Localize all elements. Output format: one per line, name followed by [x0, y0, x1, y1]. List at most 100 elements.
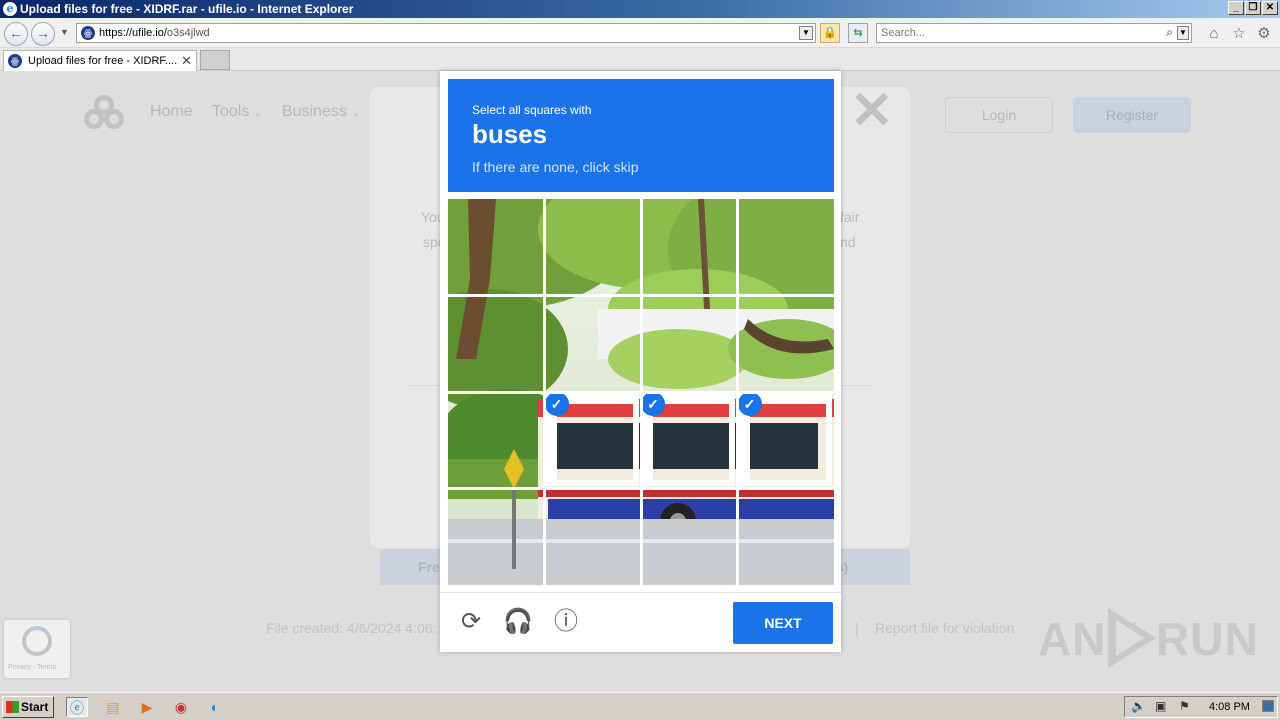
recent-pages-dropdown-icon[interactable]: ▼ [60, 27, 69, 37]
captcha-tile[interactable] [738, 296, 832, 390]
lock-icon[interactable]: 🔒 [820, 23, 840, 43]
url-main: https://ufile.io/ [99, 27, 167, 39]
volume-icon[interactable]: 🔈 [1131, 699, 1146, 713]
nav-home[interactable]: Home [150, 103, 193, 121]
dialog-text-fragment: nd [840, 234, 856, 250]
dialog-close-icon[interactable]: ✕ [850, 83, 894, 139]
captcha-tile[interactable] [545, 296, 639, 390]
grid-divider [448, 390, 834, 394]
address-dropdown-icon[interactable]: ▼ [799, 26, 813, 40]
captcha-challenge: Select all squares with buses If there a… [440, 71, 841, 652]
captcha-tile-image [749, 404, 826, 480]
free-download-label: Fre [418, 559, 440, 575]
system-tray: 🔈 ▣ ⚑ 4:08 PM [1124, 696, 1278, 718]
captcha-target: buses [472, 119, 548, 149]
nav-business-label: Business [282, 103, 347, 120]
recaptcha-badge[interactable]: Privacy - Terms [4, 620, 70, 678]
captcha-tile[interactable] [545, 199, 639, 293]
taskbar: Start ⓔ ▤ ▶ ◉ ◐ 🔈 ▣ ⚑ 4:08 PM [0, 692, 1280, 720]
captcha-image-grid: ✓ ✓ ✓ [448, 199, 834, 585]
search-dropdown-icon[interactable]: ▼ [1177, 26, 1189, 40]
ie-taskbar-icon[interactable]: ⓔ [66, 697, 88, 717]
captcha-header: Select all squares with buses If there a… [448, 79, 834, 192]
show-desktop-icon[interactable] [1262, 700, 1274, 712]
tab-label: Upload files for free - XIDRF.... [28, 55, 178, 67]
search-input[interactable] [881, 25, 1151, 41]
captcha-tile[interactable] [448, 199, 542, 293]
back-button[interactable]: ← [4, 22, 28, 46]
clock: 4:08 PM [1209, 701, 1250, 713]
nav-business[interactable]: Business ⌄ [282, 103, 360, 121]
settings-gear-icon[interactable]: ⚙ [1255, 25, 1273, 43]
favorites-star-icon[interactable]: ☆ [1230, 25, 1248, 43]
network-icon[interactable]: ▣ [1155, 699, 1166, 713]
dialog-text-fragment: fair [840, 209, 860, 225]
captcha-tile[interactable]: ✓ [737, 392, 832, 486]
window-titlebar: e Upload files for free - XIDRF.rar - uf… [0, 0, 1280, 18]
captcha-footer: ⟳ 🎧 ⓘ NEXT [440, 592, 841, 652]
refresh-icon[interactable]: ⟳ [456, 607, 486, 637]
forward-button[interactable]: → [31, 22, 55, 46]
checkmark-icon: ✓ [737, 392, 762, 416]
captcha-tile-image [556, 404, 633, 480]
chevron-down-icon: ⌄ [253, 108, 263, 119]
search-field[interactable]: ⌕ ▼ [876, 23, 1192, 43]
chevron-down-icon: ⌄ [351, 108, 360, 119]
tab-close-icon[interactable]: ✕ [181, 53, 192, 69]
internet-explorer-icon: e [3, 2, 17, 16]
info-icon[interactable]: ⓘ [551, 607, 581, 637]
chrome-icon[interactable]: ◉ [170, 697, 192, 717]
address-toolbar: ← → ▼ ꙮ https://ufile.io/o3s4jlwd ▼ 🔒 ⇆ … [0, 18, 1280, 48]
restore-button[interactable]: ❐ [1245, 1, 1261, 15]
captcha-tile[interactable] [738, 199, 832, 293]
captcha-tile[interactable] [448, 296, 542, 390]
recaptcha-logo-icon [22, 626, 52, 656]
explorer-folder-icon[interactable]: ▤ [102, 697, 124, 717]
home-icon[interactable]: ⌂ [1205, 25, 1223, 43]
start-label: Start [21, 700, 49, 714]
captcha-tile[interactable] [641, 296, 735, 390]
minimize-button[interactable]: _ [1228, 1, 1244, 15]
captcha-tile[interactable] [545, 489, 639, 583]
captcha-tile[interactable] [448, 392, 542, 486]
captcha-tile[interactable] [641, 199, 735, 293]
window-title: Upload files for free - XIDRF.rar - ufil… [20, 2, 354, 16]
report-violation-link[interactable]: Report file for violation [875, 620, 1014, 636]
site-logo-icon[interactable] [84, 95, 132, 131]
grid-divider [736, 199, 739, 585]
checkmark-icon: ✓ [544, 392, 569, 416]
watermark-right: RUN [1156, 613, 1259, 665]
captcha-skip-hint: If there are none, click skip [472, 159, 639, 175]
url-path: o3s4jlwd [166, 27, 210, 39]
action-center-flag-icon[interactable]: ⚑ [1179, 699, 1190, 713]
captcha-tile[interactable] [738, 489, 832, 583]
search-icon[interactable]: ⌕ [1166, 25, 1173, 40]
tab-active[interactable]: ꙮ Upload files for free - XIDRF.... ✕ [3, 50, 197, 71]
nav-tools[interactable]: Tools ⌄ [212, 103, 262, 121]
register-button[interactable]: Register [1073, 97, 1191, 133]
next-button[interactable]: NEXT [733, 602, 833, 644]
tab-bar: ꙮ Upload files for free - XIDRF.... ✕ [0, 48, 1280, 71]
address-field[interactable]: ꙮ https://ufile.io/o3s4jlwd ▼ [76, 23, 816, 43]
recaptcha-badge-text: Privacy - Terms [8, 664, 57, 671]
new-tab-button[interactable] [200, 50, 230, 70]
captcha-tile-image-crop [653, 404, 729, 480]
captcha-tile[interactable] [641, 489, 735, 583]
login-button[interactable]: Login [945, 97, 1053, 133]
captcha-tile[interactable]: ✓ [641, 392, 735, 486]
start-button[interactable]: Start [2, 696, 54, 718]
captcha-tile-image [653, 404, 729, 480]
url-text[interactable]: https://ufile.io/o3s4jlwd [99, 27, 210, 39]
edge-icon[interactable]: ◐ [204, 697, 226, 717]
checkmark-icon: ✓ [641, 392, 665, 416]
audio-icon[interactable]: 🎧 [503, 607, 533, 637]
compat-refresh-icon[interactable]: ⇆ [848, 23, 868, 43]
media-player-icon[interactable]: ▶ [136, 697, 158, 717]
captcha-tile[interactable]: ✓ [544, 392, 639, 486]
close-window-button[interactable]: ✕ [1262, 1, 1278, 15]
captcha-tile-image-crop [749, 404, 826, 480]
play-icon-inner [1116, 620, 1144, 656]
grid-divider [448, 487, 834, 490]
captcha-tile[interactable] [448, 489, 542, 583]
site-favicon-icon: ꙮ [81, 26, 95, 40]
